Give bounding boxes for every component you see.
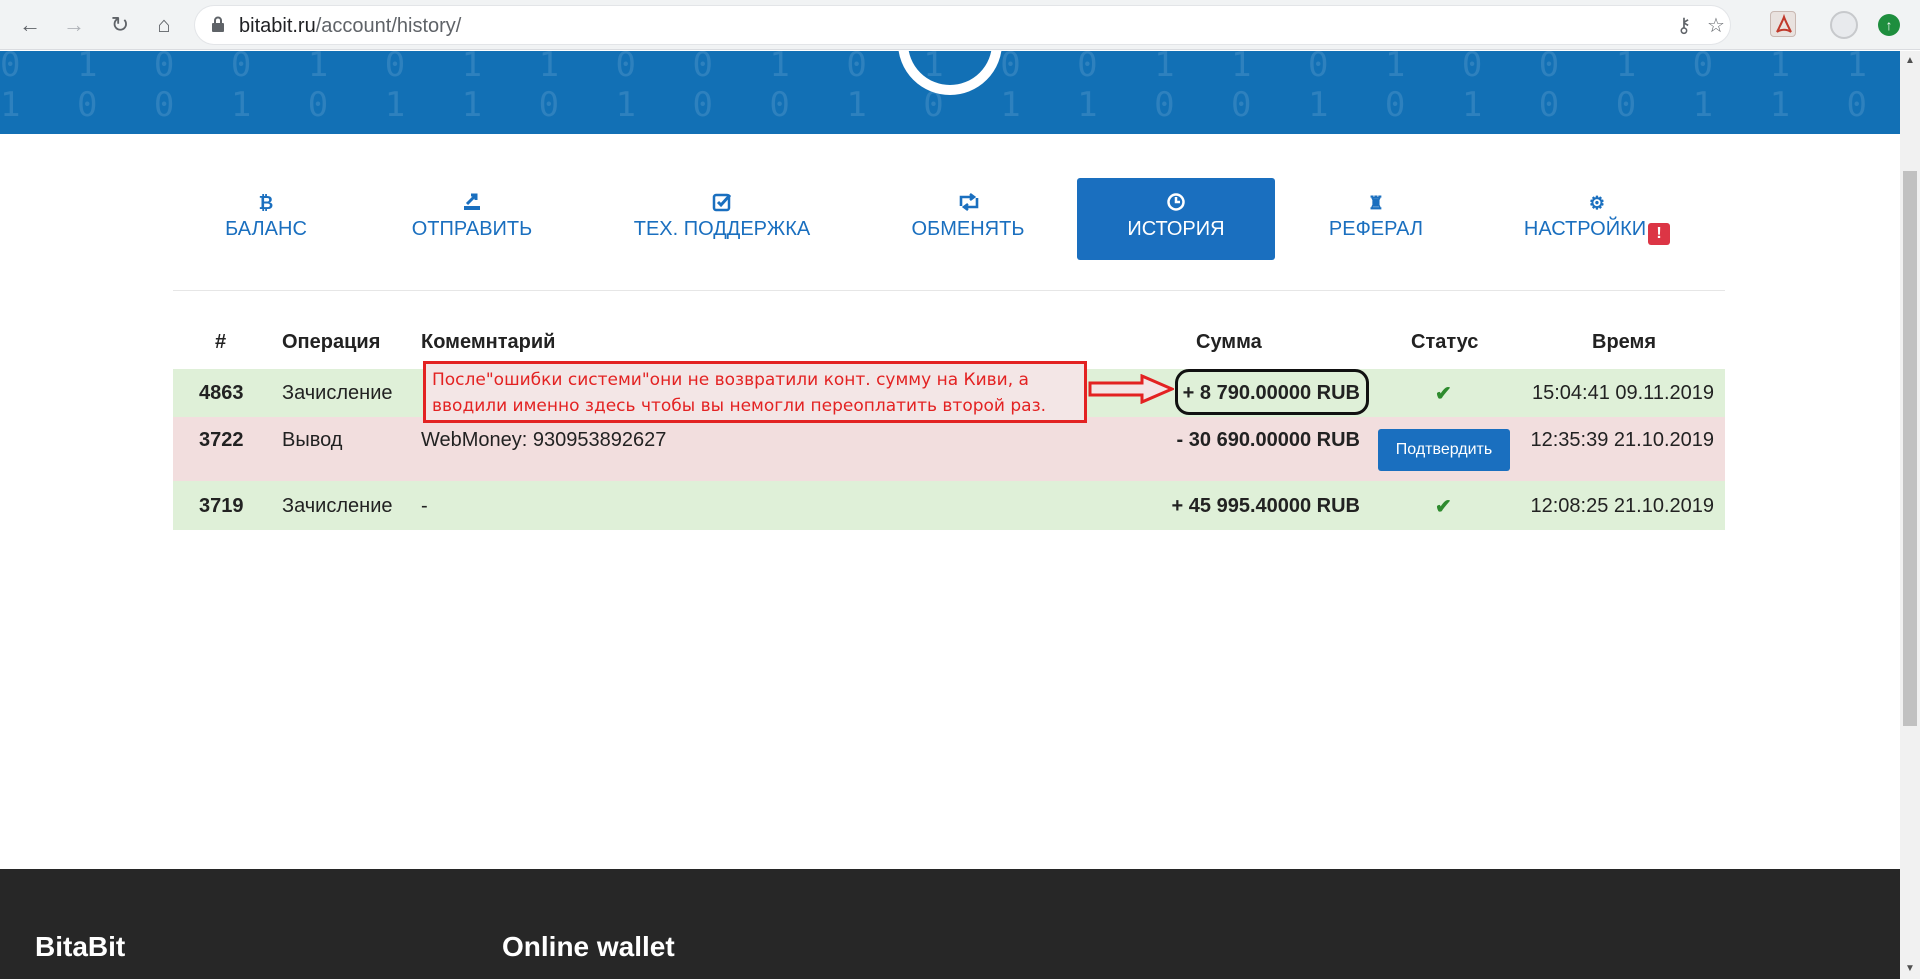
- update-icon[interactable]: ↑: [1878, 14, 1900, 36]
- table-row: 3722 Вывод WebMoney: 930953892627 - 30 6…: [173, 417, 1725, 481]
- row-num: 3722: [199, 429, 244, 451]
- check-icon: ✔: [1435, 383, 1452, 405]
- send-icon: [461, 192, 483, 214]
- check-icon: ✔: [1435, 496, 1452, 518]
- scroll-up-icon[interactable]: ▲: [1904, 55, 1916, 67]
- col-header-operation: Операция: [282, 331, 381, 353]
- lock-icon: [212, 16, 224, 32]
- alert-badge: !: [1648, 223, 1671, 245]
- annotation-highlight-oval: [1175, 369, 1369, 415]
- gear-icon: ⚙: [1588, 193, 1606, 213]
- pdf-extension-icon[interactable]: [1770, 11, 1796, 37]
- row-num: 3719: [199, 495, 244, 517]
- row-operation: Зачисление: [282, 495, 393, 517]
- address-bar[interactable]: bitabit.ru/account/history/ ⚷ ☆: [195, 6, 1730, 44]
- tab-label: БАЛАНС: [225, 218, 307, 240]
- tab-label: РЕФЕРАЛ: [1328, 218, 1424, 240]
- col-header-status: Статус: [1411, 331, 1479, 353]
- row-comment: -: [421, 495, 428, 517]
- tab-referral[interactable]: ♜ РЕФЕРАЛ: [1318, 178, 1434, 260]
- page-content: 0 1 0 0 1 0 1 1 0 0 1 0 1 0 0 1 1 0 1 0 …: [0, 51, 1900, 979]
- tab-label: ИСТОРИЯ: [1127, 218, 1225, 240]
- row-amount: - 30 690.00000 RUB: [1176, 429, 1360, 451]
- reload-icon[interactable]: ↻: [104, 9, 136, 41]
- url-text: bitabit.ru/account/history/: [239, 15, 461, 38]
- tab-label: НАСТРОЙКИ!: [1522, 218, 1672, 245]
- footer: BitaBit Online wallet: [0, 869, 1900, 979]
- tabs-divider: [173, 290, 1725, 291]
- col-header-num: #: [215, 331, 227, 353]
- scrollbar-thumb[interactable]: [1903, 171, 1917, 726]
- retweet-icon: [957, 192, 979, 214]
- scroll-down-icon[interactable]: ▼: [1904, 963, 1916, 975]
- row-time: 12:08:25 21.10.2019: [1530, 495, 1714, 517]
- tab-send[interactable]: ОТПРАВИТЬ: [402, 178, 542, 260]
- table-row: 3719 Зачисление - + 45 995.40000 RUB ✔ 1…: [173, 481, 1725, 530]
- row-comment: WebMoney: 930953892627: [421, 429, 667, 451]
- row-num: 4863: [199, 382, 244, 404]
- check-square-icon: [711, 192, 733, 214]
- col-header-time: Время: [1592, 331, 1656, 353]
- url-host: bitabit.ru: [239, 15, 316, 37]
- row-time: 12:35:39 21.10.2019: [1530, 429, 1714, 451]
- confirm-button[interactable]: Подтвердить: [1378, 429, 1510, 471]
- annotation-line-1: После"ошибки системи"они не возвратили к…: [432, 370, 1029, 390]
- footer-online-wallet: Online wallet: [502, 931, 675, 962]
- tab-label-text: НАСТРОЙКИ: [1523, 218, 1647, 240]
- bitcoin-icon: ₿: [258, 193, 274, 213]
- profile-avatar[interactable]: [1830, 11, 1858, 39]
- home-icon[interactable]: ⌂: [148, 9, 180, 41]
- back-icon[interactable]: ←: [14, 9, 46, 41]
- tab-label: ОТПРАВИТЬ: [411, 218, 533, 240]
- tab-settings[interactable]: ⚙ НАСТРОЙКИ!: [1522, 178, 1672, 260]
- tab-exchange[interactable]: ОБМЕНЯТЬ: [904, 178, 1032, 260]
- chess-rook-icon: ♜: [1367, 193, 1385, 213]
- forward-icon[interactable]: →: [58, 9, 90, 41]
- col-header-comment: Комемнтарий: [421, 331, 556, 353]
- tab-support[interactable]: ТЕХ. ПОДДЕРЖКА: [628, 178, 816, 260]
- row-amount: + 45 995.40000 RUB: [1171, 495, 1360, 517]
- browser-toolbar: ← → ↻ ⌂ bitabit.ru/account/history/ ⚷ ☆ …: [0, 0, 1920, 50]
- annotation-note: После"ошибки системи"они не возвратили к…: [423, 361, 1087, 423]
- row-operation: Вывод: [282, 429, 343, 451]
- footer-brand: BitaBit: [35, 931, 126, 962]
- annotation-arrow: [1088, 374, 1174, 404]
- tab-label: ОБМЕНЯТЬ: [911, 218, 1025, 240]
- col-header-amount: Сумма: [1196, 331, 1262, 353]
- key-icon[interactable]: ⚷: [1673, 15, 1695, 37]
- tab-balance[interactable]: ₿ БАЛАНС: [214, 178, 318, 260]
- clock-icon: [1165, 192, 1187, 214]
- tab-history[interactable]: ИСТОРИЯ: [1077, 178, 1275, 260]
- annotation-text: После"ошибки системи"они не возвратили к…: [432, 367, 1046, 419]
- tab-label: ТЕХ. ПОДДЕРЖКА: [633, 218, 811, 240]
- annotation-line-2: вводили именно здесь чтобы вы немогли пе…: [432, 396, 1047, 416]
- url-path: /account/history/: [315, 15, 462, 37]
- page-scrollbar[interactable]: ▲ ▼: [1900, 51, 1920, 979]
- star-icon[interactable]: ☆: [1705, 15, 1727, 37]
- row-time: 15:04:41 09.11.2019: [1531, 382, 1714, 404]
- header-banner: 0 1 0 0 1 0 1 1 0 0 1 0 1 0 0 1 1 0 1 0 …: [0, 51, 1900, 134]
- row-operation: Зачисление: [282, 382, 393, 404]
